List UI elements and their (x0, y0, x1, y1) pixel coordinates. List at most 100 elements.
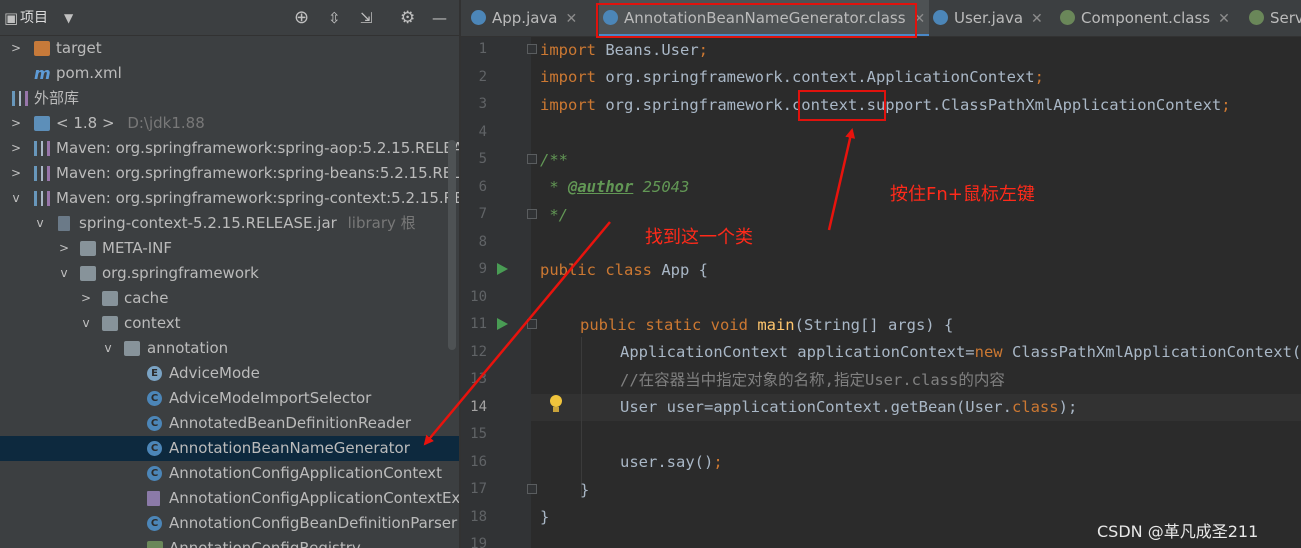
line-number: 14 (470, 399, 487, 415)
tree-item-annotated-bean-definition-reader[interactable]: C AnnotatedBeanDefinitionReader (0, 411, 459, 436)
fold-icon[interactable] (527, 44, 537, 54)
close-icon[interactable]: ✕ (1218, 11, 1230, 27)
chevron-down-icon[interactable]: v (34, 211, 46, 236)
chevron-down-icon[interactable]: v (58, 261, 70, 286)
tree-item-label: Maven: org.springframework:spring-beans:… (56, 164, 459, 182)
tree-item-jar[interactable]: v spring-context-5.2.15.RELEASE.jar libr… (0, 211, 459, 236)
chevron-down-icon[interactable]: v (80, 311, 92, 336)
tree-item-label: AnnotationBeanNameGenerator (169, 439, 410, 457)
semicolon: ; (1221, 96, 1231, 114)
code-text: ClassPathXmlApplicationContext( (1002, 343, 1301, 361)
doc-comment: /** (540, 151, 568, 169)
keyword: public class (540, 261, 652, 279)
chevron-down-icon[interactable]: ▼ (64, 0, 73, 36)
tree-item-label: AnnotationConfigApplicationContext (169, 464, 442, 482)
chevron-right-icon[interactable]: > (10, 161, 22, 186)
gear-icon[interactable]: ⚙ (400, 0, 415, 36)
tree-item-label: META-INF (102, 239, 173, 257)
chevron-right-icon[interactable]: > (10, 111, 22, 136)
interface-icon (147, 541, 163, 548)
tab-serv[interactable]: Serv (1249, 0, 1301, 36)
tab-label: App.java (492, 9, 558, 27)
class-icon: C (147, 416, 162, 431)
code-text: ); (1058, 398, 1078, 416)
locate-file-icon[interactable]: ⊕ (294, 0, 309, 36)
close-icon[interactable]: ✕ (566, 11, 578, 27)
tree-item-annotation[interactable]: v annotation (0, 336, 459, 361)
tab-label: Component.class (1081, 9, 1211, 27)
keyword: public static void (580, 316, 748, 334)
tree-item-advice-mode[interactable]: E AdviceMode (0, 361, 459, 386)
chevron-down-icon[interactable]: v (10, 186, 22, 211)
code-text: User user=applicationContext.getBean(Use… (620, 398, 1012, 416)
tree-item-annotation-config-bean-definition-parser[interactable]: C AnnotationConfigBeanDefinitionParser (0, 511, 459, 536)
minimize-icon[interactable]: — (432, 0, 447, 36)
tree-item-label: AnnotationConfigBeanDefinitionParser (169, 514, 458, 532)
chevron-right-icon[interactable]: > (80, 286, 92, 311)
doc-comment: * (540, 178, 568, 196)
semicolon: ; (713, 453, 723, 471)
keyword: class (1011, 398, 1059, 416)
tree-item-pom[interactable]: m pom.xml (0, 61, 459, 86)
jar-icon (58, 216, 70, 231)
tree-item-advice-mode-import-selector[interactable]: C AdviceModeImportSelector (0, 386, 459, 411)
run-icon[interactable] (497, 263, 508, 275)
line-number: 4 (478, 124, 487, 140)
keyword: import (540, 41, 596, 59)
sdk-icon (34, 116, 50, 131)
line-number: 9 (478, 261, 487, 277)
chevron-right-icon[interactable]: > (10, 36, 22, 61)
tree-item-annotation-config-application-context[interactable]: C AnnotationConfigApplicationContext (0, 461, 459, 486)
fold-icon[interactable] (527, 154, 537, 164)
keyword: import (540, 96, 596, 114)
tab-app-java[interactable]: App.java ✕ (471, 0, 578, 36)
line-number: 17 (470, 481, 487, 497)
tree-item-org-springframework[interactable]: v org.springframework (0, 261, 459, 286)
code-line-11: public static void main(String[] args) { (580, 312, 953, 339)
code-line-14: User user=applicationContext.getBean(Use… (620, 394, 1077, 421)
tree-item-annotation-config-registry[interactable]: AnnotationConfigRegistry (0, 536, 459, 548)
collapse-all-icon[interactable]: ⇲ (360, 0, 373, 36)
tab-component-class[interactable]: Component.class ✕ (1060, 0, 1230, 36)
fold-icon[interactable] (527, 319, 537, 329)
expand-all-icon[interactable]: ⇳ (328, 0, 341, 36)
fold-icon[interactable] (527, 484, 537, 494)
tree-item-label: context (124, 314, 181, 332)
code-editor[interactable]: import Beans.User; import org.springfram… (540, 37, 1301, 548)
highlight-box-tab (596, 3, 917, 38)
tree-item-maven-spring-context[interactable]: v Maven: org.springframework:spring-cont… (0, 186, 459, 211)
fold-icon[interactable] (527, 209, 537, 219)
line-number: 18 (470, 509, 487, 525)
tree-item-label: spring-context-5.2.15.RELEASE.jar librar… (79, 211, 416, 236)
tree-item-meta-inf[interactable]: > META-INF (0, 236, 459, 261)
tree-item-context[interactable]: v context (0, 311, 459, 336)
tree-item-label: 外部库 (34, 89, 80, 107)
tree-item-external-libraries[interactable]: 外部库 (0, 86, 459, 111)
tree-item-jdk[interactable]: > < 1.8 > D:\jdk1.88 (0, 111, 459, 136)
tree-item-annotation-bean-name-generator[interactable]: C AnnotationBeanNameGenerator (0, 436, 459, 461)
code-line-12: ApplicationContext applicationContext=ne… (620, 339, 1301, 366)
tree-item-maven-spring-aop[interactable]: > Maven: org.springframework:spring-aop:… (0, 136, 459, 161)
project-panel-title[interactable]: 项目 (20, 0, 48, 36)
watermark: CSDN @革凡成圣211 (1097, 522, 1259, 541)
project-view-icon[interactable]: ▣ (4, 0, 18, 36)
tree-item-label: annotation (147, 339, 229, 357)
tree-item-target[interactable]: > target (0, 36, 459, 61)
code-text: } (580, 481, 590, 499)
close-icon[interactable]: ✕ (1031, 11, 1043, 27)
chevron-right-icon[interactable]: > (10, 136, 22, 161)
code-line-7: */ (540, 202, 568, 229)
chevron-down-icon[interactable]: v (102, 336, 114, 361)
code-text: org.springframework.context.support.Clas… (596, 96, 1222, 114)
tree-item-label: AdviceModeImportSelector (169, 389, 372, 407)
tab-user-java[interactable]: User.java ✕ (933, 0, 1043, 36)
semicolon: ; (1034, 68, 1044, 86)
tree-item-cache[interactable]: > cache (0, 286, 459, 311)
tree-item-label: < 1.8 > D:\jdk1.88 (56, 111, 205, 136)
run-icon[interactable] (497, 318, 508, 330)
tree-item-label: AnnotationConfigApplicationContextExtens… (169, 489, 459, 507)
tree-item-maven-spring-beans[interactable]: > Maven: org.springframework:spring-bean… (0, 161, 459, 186)
tree-item-annotation-config-application-context-ext[interactable]: AnnotationConfigApplicationContextExtens… (0, 486, 459, 511)
tree-scrollbar[interactable] (448, 140, 456, 350)
chevron-right-icon[interactable]: > (58, 236, 70, 261)
